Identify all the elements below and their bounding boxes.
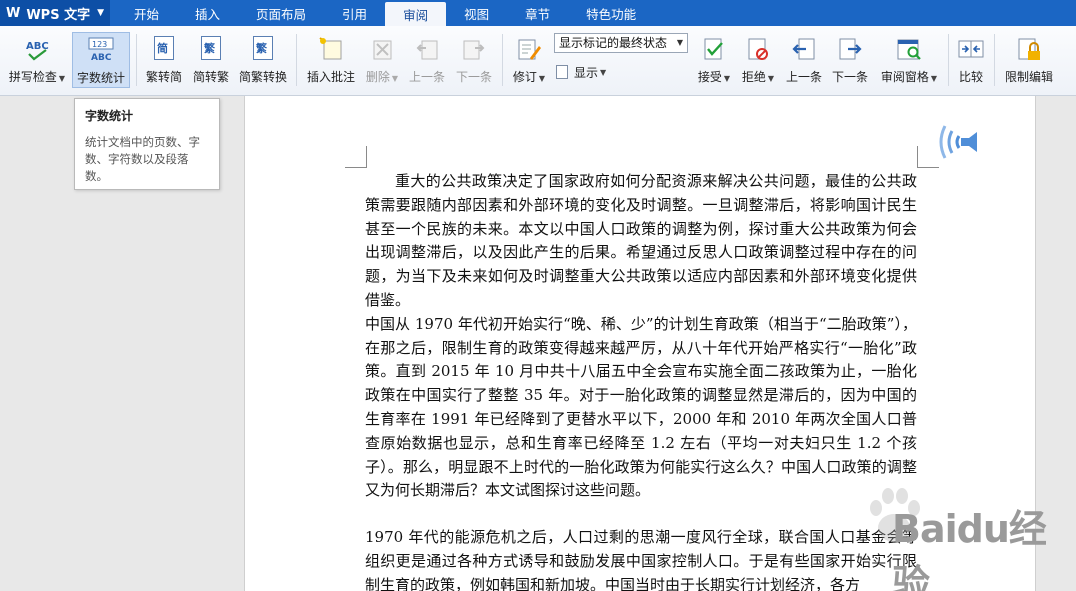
document-body[interactable]: 重大的公共政策决定了国家政府如何分配资源来解决公共问题，最佳的公共政策需要跟随内… (365, 170, 917, 591)
insert-comment-label: 插入批注 (306, 70, 355, 84)
lock-icon (1016, 36, 1042, 62)
show-button[interactable]: 显示 ▼ (556, 60, 616, 84)
tab-review[interactable]: 审阅 (385, 2, 447, 26)
watermark-text: Baidu经验 (892, 507, 1047, 591)
next-comment-label: 下一条 (455, 70, 492, 84)
track-changes-label: 修订 (512, 70, 537, 84)
tab-insert[interactable]: 插入 (177, 0, 238, 26)
compare-button[interactable]: 比较 (954, 32, 988, 88)
spell-check-button[interactable]: ABC 拼写检查 ▼ (6, 32, 68, 88)
compare-icon (958, 36, 984, 62)
tooltip-body: 统计文档中的页数、字数、字符数以及段落数。 (85, 135, 200, 183)
next-change-button[interactable]: 下一条 (828, 32, 872, 88)
spell-check-label: 拼写检查 (8, 70, 57, 84)
reject-icon (745, 36, 771, 62)
prev-change-icon (791, 36, 817, 62)
accept-icon (701, 36, 727, 62)
tab-references[interactable]: 引用 (324, 0, 385, 26)
show-label: 显示 (574, 65, 599, 80)
simp-trad-conversion-label: 简繁转换 (238, 70, 287, 84)
simp-to-trad-button[interactable]: 繁 简转繁 (189, 32, 233, 88)
trad-to-simp-label: 繁转简 (145, 70, 182, 84)
simp-trad-conversion-button[interactable]: 繁 简繁转换 (236, 32, 290, 88)
track-changes-button[interactable]: 修订 ▼ (508, 32, 550, 88)
tab-home[interactable]: 开始 (116, 0, 177, 26)
next-comment-button[interactable]: 下一条 (452, 32, 496, 88)
delete-comment-label: 删除 (365, 70, 390, 84)
reject-label: 拒绝 (741, 70, 766, 84)
show-icon (556, 65, 568, 79)
paragraph: 1970 年代的能源危机之后，人口过剩的思潮一度风行全球，联合国人口基金会等组织… (365, 528, 917, 591)
track-changes-icon (516, 36, 542, 62)
markup-mode-value: 显示标记的最终状态 (559, 36, 668, 50)
ribbon-separator (136, 34, 137, 86)
app-name: WPS 文字 (26, 7, 91, 23)
delete-comment-button[interactable]: 删除 ▼ (362, 32, 402, 88)
tab-chapter[interactable]: 章节 (507, 0, 568, 26)
ribbon-separator (502, 34, 503, 86)
prev-comment-label: 上一条 (408, 70, 445, 84)
svg-text:123: 123 (92, 40, 107, 49)
prev-change-button[interactable]: 上一条 (782, 32, 826, 88)
prev-change-label: 上一条 (785, 70, 822, 84)
ribbon: ABC 拼写检查 ▼ 123 ABC 字数统计 简 繁转简 繁 简转繁 繁 简繁转换… (0, 26, 1076, 96)
tab-view[interactable]: 视图 (446, 0, 507, 26)
trad-to-simp-icon: 简 (151, 36, 177, 62)
tooltip-title: 字数统计 (85, 109, 134, 123)
word-count-label: 字数统计 (76, 71, 125, 85)
markup-mode-select[interactable]: 显示标记的最终状态 ▼ (554, 33, 688, 53)
spell-check-icon: ABC (24, 36, 50, 62)
simp-trad-conversion-icon: 繁 (250, 36, 276, 62)
restrict-edit-label: 限制编辑 (1004, 70, 1053, 84)
ribbon-separator (296, 34, 297, 86)
tab-special-features[interactable]: 特色功能 (568, 0, 654, 26)
ribbon-separator (948, 34, 949, 86)
next-comment-icon (461, 36, 487, 62)
restrict-edit-button[interactable]: 限制编辑 (1000, 32, 1058, 88)
review-pane-label: 审阅窗格 (880, 70, 929, 84)
menu-bar: W WPS 文字 ▼ 开始 插入 页面布局 引用 审阅 视图 章节 特色功能 (0, 0, 1076, 26)
next-change-label: 下一条 (831, 70, 868, 84)
svg-text:ABC: ABC (91, 53, 112, 63)
prev-comment-button[interactable]: 上一条 (405, 32, 449, 88)
next-change-icon (837, 36, 863, 62)
insert-comment-icon (318, 36, 344, 62)
accept-label: 接受 (697, 70, 722, 84)
simp-to-trad-label: 简转繁 (192, 70, 229, 84)
chevron-down-icon: ▼ (676, 38, 683, 47)
word-count-icon: 123 ABC (88, 37, 114, 63)
trad-to-simp-button[interactable]: 简 繁转简 (142, 32, 186, 88)
word-count-tooltip: 字数统计 统计文档中的页数、字数、字符数以及段落数。 (74, 98, 220, 190)
margin-corner-mark (345, 146, 367, 168)
compare-label: 比较 (958, 70, 983, 84)
simp-to-trad-icon: 繁 (198, 36, 224, 62)
word-count-button[interactable]: 123 ABC 字数统计 (72, 32, 130, 88)
delete-comment-icon (369, 36, 395, 62)
review-pane-button[interactable]: 审阅窗格 ▼ (876, 32, 942, 88)
review-pane-icon (896, 36, 922, 62)
chevron-down-icon: ▼ (97, 8, 104, 18)
app-menu-button[interactable]: W WPS 文字 ▼ (0, 0, 110, 26)
insert-comment-button[interactable]: 插入批注 (302, 32, 360, 88)
paragraph: 重大的公共政策决定了国家政府如何分配资源来解决公共问题，最佳的公共政策需要跟随内… (365, 172, 917, 309)
read-aloud-icon[interactable] (935, 118, 983, 166)
ribbon-separator (994, 34, 995, 86)
paragraph: 中国从 1970 年代初开始实行“晚、稀、少”的计划生育政策（相当于“二胎政策”… (365, 314, 917, 500)
wps-logo-icon: W (6, 5, 21, 21)
reject-button[interactable]: 拒绝 ▼ (738, 32, 778, 88)
tab-page-layout[interactable]: 页面布局 (238, 0, 324, 26)
prev-comment-icon (414, 36, 440, 62)
accept-button[interactable]: 接受 ▼ (694, 32, 734, 88)
